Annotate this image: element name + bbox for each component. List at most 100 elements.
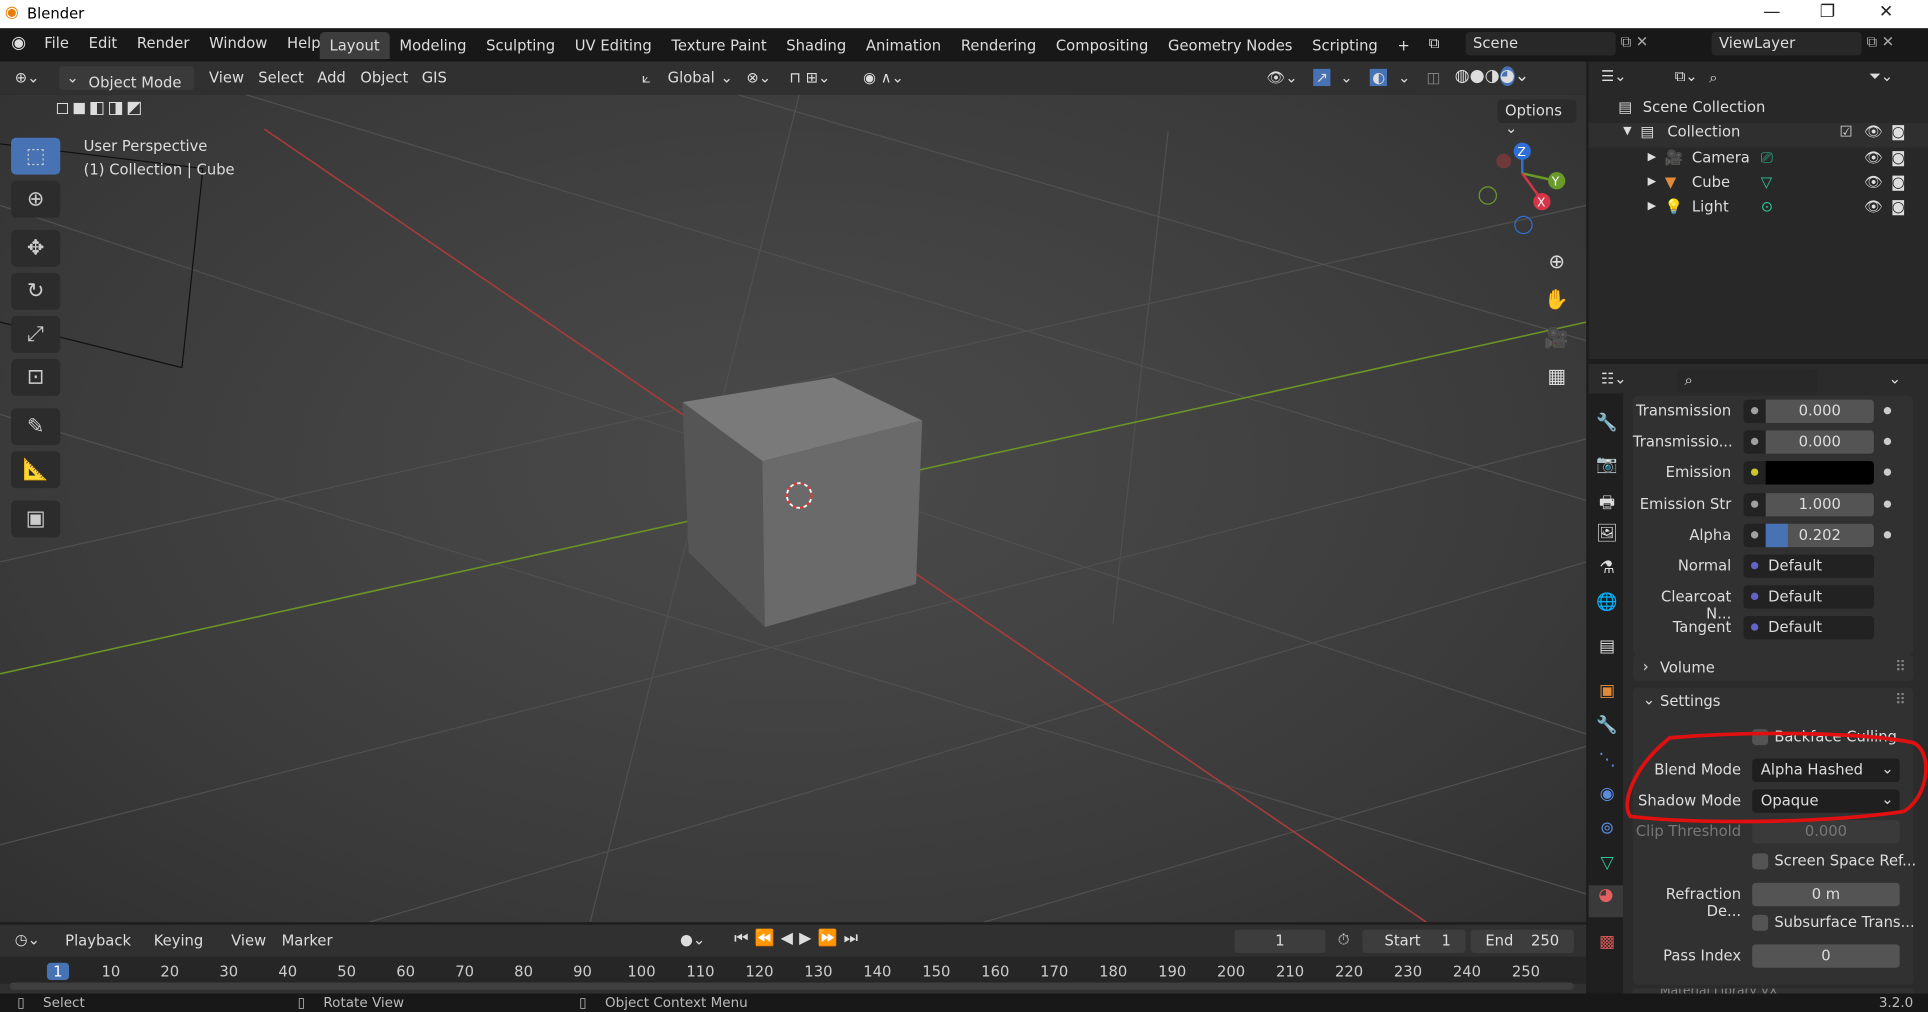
property-field[interactable]: Default [1743,585,1874,609]
menu-render[interactable]: Render [127,30,199,57]
timeline-editor-icon[interactable]: ◷⌄ [15,931,40,948]
camera-render-icon[interactable]: ◙ [1891,198,1905,215]
world-tab-icon[interactable]: 🌐 [1594,593,1621,613]
gizmo-toggle-icon[interactable]: ↗ [1313,68,1331,87]
socket-dot-icon[interactable] [1750,468,1759,477]
current-frame-field[interactable]: 1 [1234,929,1326,953]
scene-tab-icon[interactable]: ⚗ [1594,558,1621,578]
view-layer-selector[interactable]: ViewLayer [1711,31,1862,56]
socket-dot-icon[interactable] [1750,499,1759,508]
property-field[interactable]: 0.000 [1743,399,1874,423]
menu-window[interactable]: Window [199,30,277,57]
menu-object[interactable]: Object [360,69,408,86]
output-tab-icon[interactable]: 🖶 [1594,489,1621,519]
select-box-tool-icon[interactable]: ⬚ [11,137,61,175]
orientation-selector[interactable]: Global [668,69,715,86]
menu-marker[interactable]: Marker [282,932,333,949]
mode-selector[interactable]: Object Mode ⌄ [59,66,195,91]
display-mode-icon[interactable]: ⧉⌄ [1675,68,1698,86]
snap-icon[interactable]: ⊓ ⊞⌄ [789,69,830,86]
socket-dot-icon[interactable] [1750,406,1759,415]
property-field[interactable]: 0.000 [1743,430,1874,454]
exclude-checkbox[interactable]: ☑ [1839,123,1852,140]
socket-dot-icon[interactable] [1750,623,1759,632]
checkbox-box[interactable] [1752,914,1769,931]
pass-index-field[interactable]: 0 [1752,944,1900,968]
tab-uv-editing[interactable]: UV Editing [565,32,662,59]
playback-controls[interactable]: ⏮⏪◀▶⏩⏭ [734,930,864,948]
editor-type-icon[interactable]: ⊕⌄ [15,69,40,86]
transform-tool-icon[interactable]: ⊡ [11,359,61,396]
tab-compositing[interactable]: Compositing [1046,32,1158,59]
camera-render-icon[interactable]: ◙ [1891,149,1905,166]
move-tool-icon[interactable]: ✥ [11,229,61,267]
gizmo-z-label[interactable]: Z [1517,145,1525,159]
property-field[interactable]: 0.202 [1743,523,1874,547]
visibility-icon[interactable]: 👁⌄ [1266,69,1297,86]
constraints-tab-icon[interactable]: ⊚ [1594,819,1621,839]
value-slider[interactable]: 0.202 [1765,523,1874,547]
perspective-toggle-icon[interactable]: ▦ [1539,357,1573,395]
keyframe-dot-icon[interactable] [1883,530,1892,539]
socket-dot-icon[interactable] [1750,592,1759,601]
filter-icon[interactable]: ⏷⌄ [1869,68,1893,86]
record-icon[interactable]: ●⌄ [680,931,705,948]
outliner-editor-icon[interactable]: ☰⌄ [1601,68,1627,85]
overlay-toggle-icon[interactable]: ◐ [1369,68,1388,87]
collection-row[interactable]: ▼ ▤ Collection ☑ 👁 ◙ [1588,122,1928,148]
tab-modeling[interactable]: Modeling [390,32,477,59]
socket-dot-icon[interactable] [1750,437,1759,446]
menu-select[interactable]: Select [258,69,304,86]
blender-menu-icon[interactable]: ◉ [11,33,26,53]
tab-scripting[interactable]: Scripting [1302,32,1387,59]
expand-icon[interactable]: ▶ [1648,200,1657,212]
cursor-tool-icon[interactable]: ⊕ [11,180,61,218]
3d-viewport[interactable]: Z Y X ◻◼◧◨◩ Options ⌄ User Perspective (… [0,94,1587,923]
tab-layout[interactable]: Layout [319,31,390,60]
tab-geometry-nodes[interactable]: Geometry Nodes [1158,32,1302,59]
eye-icon[interactable]: 👁 [1864,123,1883,140]
expand-icon[interactable]: ▼ [1623,125,1632,137]
eye-icon[interactable]: 👁 [1864,198,1883,215]
socket-dot-icon[interactable] [1750,530,1759,539]
outliner-search-input[interactable]: ⌕ [1701,66,1847,90]
annotate-tool-icon[interactable]: ✎ [11,408,61,446]
particles-tab-icon[interactable]: ⋱ [1594,750,1621,770]
gizmo-x-label[interactable]: X [1537,196,1546,210]
subsurface-checkbox[interactable]: Subsurface Trans... [1752,914,1915,931]
properties-search-input[interactable]: ⌕ [1677,368,1818,393]
ssr-checkbox[interactable]: Screen Space Ref... [1752,852,1916,870]
drag-handle-icon[interactable]: ⠿ [1895,691,1906,708]
keyframe-dot-icon[interactable] [1883,499,1892,508]
menu-add[interactable]: Add [317,69,346,86]
data-tab-icon[interactable]: ▽ [1594,853,1621,873]
socket-dot-icon[interactable] [1750,561,1759,570]
expand-icon[interactable]: ▶ [1648,176,1657,188]
options-dropdown[interactable]: Options ⌄ [1497,99,1577,136]
camera-render-icon[interactable]: ◙ [1891,173,1905,190]
add-cube-tool-icon[interactable]: ▣ [11,500,61,538]
eye-icon[interactable]: 👁 [1864,173,1883,190]
property-field[interactable]: Default [1743,554,1874,578]
menu-playback[interactable]: Playback [65,932,131,949]
physics-tab-icon[interactable]: ◉ [1594,784,1621,804]
rotate-tool-icon[interactable]: ↻ [11,272,61,310]
view-layer-tab-icon[interactable]: 🖼 [1594,524,1621,544]
camera-data-icon[interactable]: ⎚ [1761,149,1773,167]
volume-panel-header[interactable]: › Volume ⠿ [1632,654,1914,682]
orientation-chevron-icon[interactable]: ⌄ [721,69,733,86]
shading-modes-icon[interactable]: ◍●◑◕⌄ [1455,66,1529,87]
outliner-item-cube[interactable]: ▶ ▼ Cube ▽ 👁 ◙ [1589,173,1928,198]
material-tab-icon[interactable]: ◕ [1588,885,1624,918]
modifier-tab-icon[interactable]: 🔧 [1594,716,1621,736]
properties-editor-icon[interactable]: ☷⌄ [1601,370,1627,387]
proportional-edit-icon[interactable]: ◉ ∧⌄ [863,69,904,86]
outliner-item-camera[interactable]: ▶ 🎥 Camera ⎚ 👁 ◙ [1589,149,1928,174]
tab-texture-paint[interactable]: Texture Paint [662,32,777,59]
new-view-layer-icon[interactable]: ⧉ ✕ [1867,33,1895,51]
new-scene-icon[interactable]: ⧉ ✕ [1621,33,1649,51]
camera-view-icon[interactable]: 🎥 [1539,318,1573,356]
menu-edit[interactable]: Edit [79,30,127,57]
light-data-icon[interactable]: ⊙ [1761,198,1773,215]
menu-keying[interactable]: Keying [154,932,204,949]
